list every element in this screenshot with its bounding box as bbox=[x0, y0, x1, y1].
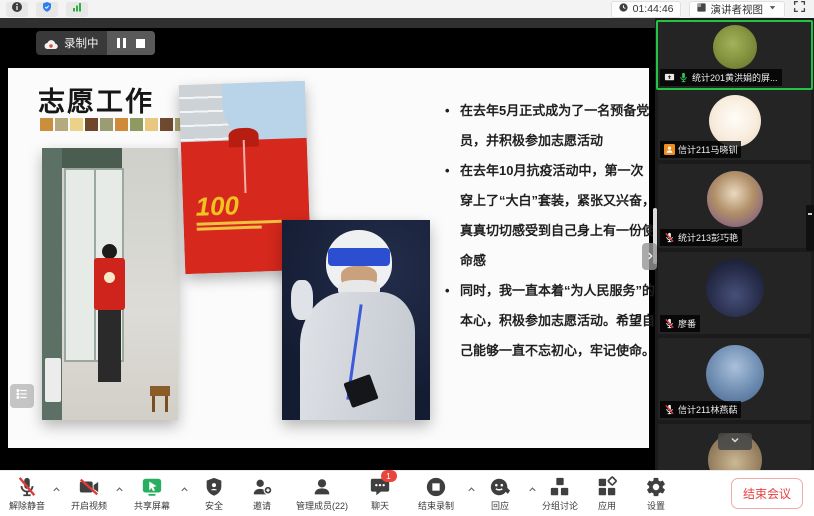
chevron-right-icon bbox=[645, 248, 655, 266]
reactions-icon bbox=[489, 475, 512, 498]
participant-name: 统计213彭巧艳 bbox=[678, 231, 738, 244]
slide-bullet: 在去年5月正式成为了一名预备党员，并积极参加志愿活动 bbox=[444, 96, 656, 156]
swatch bbox=[130, 118, 143, 131]
list-icon bbox=[15, 387, 29, 406]
meeting-toolbar: 解除静音 开启视频 共享屏幕 安全 邀请 管理成员(22) bbox=[0, 470, 814, 516]
caret-down-icon bbox=[767, 2, 778, 16]
shared-screen-area: 录制中 志愿工作 bbox=[0, 18, 655, 470]
avatar bbox=[707, 171, 763, 227]
participant-tile-active[interactable]: 统计201黄洪娟的屏... bbox=[656, 20, 813, 90]
presentation-slide: 志愿工作 bbox=[8, 68, 649, 448]
participant-tile[interactable]: 信计211林燕萜 bbox=[658, 338, 811, 420]
share-screen-icon bbox=[141, 475, 164, 498]
swatch bbox=[40, 118, 53, 131]
avatar bbox=[706, 345, 764, 403]
edge-popup-fragment bbox=[806, 205, 814, 251]
slide-bullet: 在去年10月抗疫活动中，第一次穿上了“大白”套装，紧张又兴奋，真真切切感受到自己… bbox=[444, 156, 656, 276]
timer-text: 01:44:46 bbox=[633, 3, 674, 15]
participant-tile[interactable]: 统计213彭巧艳 bbox=[658, 164, 811, 248]
swatch bbox=[55, 118, 68, 131]
toolbar-label: 解除静音 bbox=[9, 499, 45, 512]
swatch bbox=[70, 118, 83, 131]
swatch bbox=[115, 118, 128, 131]
mic-muted-icon bbox=[664, 318, 675, 329]
participant-nametag: 廖番 bbox=[660, 315, 700, 332]
view-mode-button[interactable]: 演讲者视图 bbox=[689, 1, 786, 18]
participant-tile-partial[interactable] bbox=[658, 424, 811, 470]
chevron-down-icon bbox=[729, 433, 741, 451]
participant-name: 信计211林燕萜 bbox=[678, 403, 737, 416]
pause-recording-button[interactable] bbox=[117, 38, 126, 48]
encryption-button[interactable] bbox=[36, 2, 58, 17]
toolbar-label: 邀请 bbox=[253, 499, 271, 512]
scroll-down-button[interactable] bbox=[718, 433, 752, 450]
participant-nametag: 信计211马晓钏 bbox=[660, 141, 741, 158]
top-bar: 01:44:46 演讲者视图 bbox=[0, 0, 814, 18]
participant-nametag: 统计201黄洪娟的屏... bbox=[660, 69, 782, 86]
toolbar-label: 共享屏幕 bbox=[134, 499, 170, 512]
screen-share-icon bbox=[664, 72, 675, 83]
jacket-logo: 100 bbox=[195, 191, 289, 218]
toolbar-label: 开启视频 bbox=[71, 499, 107, 512]
slide-bullet-list: 在去年5月正式成为了一名预备党员，并积极参加志愿活动 在去年10月抗疫活动中，第… bbox=[444, 96, 656, 366]
participants-panel: 统计201黄洪娟的屏... 信计211马晓钏 统计213彭巧艳 廖番 bbox=[655, 18, 814, 470]
participant-name: 信计211马晓钏 bbox=[678, 143, 737, 156]
toolbar-label: 回应 bbox=[491, 499, 509, 512]
fullscreen-button[interactable] bbox=[793, 0, 806, 18]
stop-record-icon bbox=[425, 475, 448, 498]
cloud-recording-icon bbox=[43, 37, 59, 50]
photo-hazmat-suit bbox=[282, 220, 430, 420]
avatar bbox=[706, 259, 764, 317]
photo-volunteer-room bbox=[42, 148, 178, 420]
meeting-window: 01:44:46 演讲者视图 录制中 志愿工作 bbox=[0, 0, 814, 516]
mic-on-icon bbox=[678, 72, 689, 83]
stop-recording-button[interactable] bbox=[136, 39, 145, 48]
share-top-strip bbox=[0, 18, 655, 28]
mic-muted-icon bbox=[16, 475, 39, 498]
end-meeting-button[interactable]: 结束会议 bbox=[731, 478, 803, 509]
toolbar-label: 结束录制 bbox=[418, 499, 454, 512]
mic-muted-icon bbox=[664, 232, 675, 243]
participant-tile[interactable]: 廖番 bbox=[658, 252, 811, 334]
meeting-timer: 01:44:46 bbox=[611, 1, 681, 18]
title-color-swatches bbox=[40, 118, 188, 131]
participant-nametag: 统计213彭巧艳 bbox=[660, 229, 742, 246]
swatch bbox=[100, 118, 113, 131]
security-shield-icon bbox=[41, 0, 53, 18]
collapse-panel-button[interactable] bbox=[642, 243, 657, 270]
invite-icon bbox=[251, 475, 274, 498]
participant-tile[interactable]: 信计211马晓钏 bbox=[658, 90, 811, 160]
recording-controls bbox=[107, 31, 155, 55]
avatar bbox=[709, 95, 761, 147]
participants-icon bbox=[311, 475, 334, 498]
swatch bbox=[85, 118, 98, 131]
swatch bbox=[160, 118, 173, 131]
settings-gear-icon bbox=[645, 475, 668, 498]
mic-muted-icon bbox=[664, 404, 675, 415]
orange-person-badge-icon bbox=[664, 144, 675, 155]
slide-title: 志愿工作 bbox=[38, 80, 154, 119]
avatar bbox=[713, 25, 757, 69]
clock-icon bbox=[618, 2, 629, 16]
info-icon bbox=[11, 0, 23, 18]
slide-navigation-button[interactable] bbox=[10, 384, 34, 408]
participant-name: 廖番 bbox=[678, 317, 696, 330]
network-quality-button[interactable] bbox=[66, 2, 88, 17]
toolbar-label: 设置 bbox=[647, 499, 665, 512]
layout-icon bbox=[696, 2, 707, 16]
recording-indicator: 录制中 bbox=[36, 31, 155, 55]
fullscreen-icon bbox=[793, 0, 806, 17]
participant-nametag: 信计211林燕萜 bbox=[660, 401, 741, 418]
chat-icon: 1 bbox=[369, 475, 392, 498]
view-mode-label: 演讲者视图 bbox=[711, 2, 764, 17]
toolbar-label: 聊天 bbox=[371, 499, 389, 512]
network-signal-icon bbox=[71, 0, 83, 18]
participant-name: 统计201黄洪娟的屏... bbox=[692, 71, 778, 84]
info-button[interactable] bbox=[6, 2, 28, 17]
settings-button[interactable]: 设置 bbox=[612, 475, 700, 512]
video-off-icon bbox=[78, 475, 101, 498]
swatch bbox=[145, 118, 158, 131]
recording-status-label: 录制中 bbox=[64, 35, 99, 51]
slide-bullet: 同时，我一直本着“为人民服务”的本心，积极参加志愿活动。希望自己能够一直不忘初心… bbox=[444, 276, 656, 366]
